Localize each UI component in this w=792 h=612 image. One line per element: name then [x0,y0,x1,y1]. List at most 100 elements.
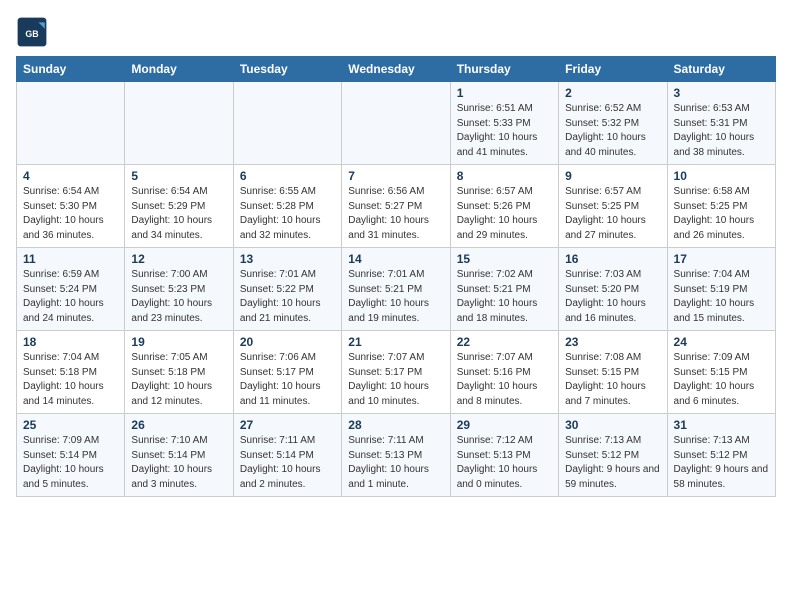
day-number: 10 [674,169,769,183]
calendar-cell [17,82,125,165]
col-header-tuesday: Tuesday [233,57,341,82]
day-info: Sunrise: 6:57 AMSunset: 5:25 PMDaylight:… [565,186,646,241]
day-number: 31 [674,418,769,432]
day-info: Sunrise: 6:54 AMSunset: 5:30 PMDaylight:… [23,186,104,241]
calendar-cell: 2 Sunrise: 6:52 AMSunset: 5:32 PMDayligh… [559,82,667,165]
day-number: 19 [131,335,226,349]
day-number: 18 [23,335,118,349]
calendar-cell: 10 Sunrise: 6:58 AMSunset: 5:25 PMDaylig… [667,165,775,248]
calendar-cell: 9 Sunrise: 6:57 AMSunset: 5:25 PMDayligh… [559,165,667,248]
calendar-cell [233,82,341,165]
calendar-cell: 29 Sunrise: 7:12 AMSunset: 5:13 PMDaylig… [450,414,558,497]
calendar-cell: 20 Sunrise: 7:06 AMSunset: 5:17 PMDaylig… [233,331,341,414]
day-number: 5 [131,169,226,183]
calendar-cell: 24 Sunrise: 7:09 AMSunset: 5:15 PMDaylig… [667,331,775,414]
day-number: 11 [23,252,118,266]
day-number: 2 [565,86,660,100]
calendar-cell: 18 Sunrise: 7:04 AMSunset: 5:18 PMDaylig… [17,331,125,414]
calendar-cell: 8 Sunrise: 6:57 AMSunset: 5:26 PMDayligh… [450,165,558,248]
day-number: 25 [23,418,118,432]
day-info: Sunrise: 7:09 AMSunset: 5:15 PMDaylight:… [674,352,755,407]
day-number: 29 [457,418,552,432]
calendar-cell: 27 Sunrise: 7:11 AMSunset: 5:14 PMDaylig… [233,414,341,497]
calendar-cell [125,82,233,165]
day-info: Sunrise: 7:12 AMSunset: 5:13 PMDaylight:… [457,435,538,490]
col-header-saturday: Saturday [667,57,775,82]
day-info: Sunrise: 7:13 AMSunset: 5:12 PMDaylight:… [565,435,660,490]
calendar-cell: 15 Sunrise: 7:02 AMSunset: 5:21 PMDaylig… [450,248,558,331]
calendar-cell: 31 Sunrise: 7:13 AMSunset: 5:12 PMDaylig… [667,414,775,497]
page-header: GB [16,16,776,48]
day-info: Sunrise: 7:11 AMSunset: 5:13 PMDaylight:… [348,435,429,490]
day-info: Sunrise: 7:05 AMSunset: 5:18 PMDaylight:… [131,352,212,407]
day-number: 8 [457,169,552,183]
day-number: 9 [565,169,660,183]
day-info: Sunrise: 6:56 AMSunset: 5:27 PMDaylight:… [348,186,429,241]
col-header-thursday: Thursday [450,57,558,82]
calendar-cell: 14 Sunrise: 7:01 AMSunset: 5:21 PMDaylig… [342,248,450,331]
calendar-cell: 16 Sunrise: 7:03 AMSunset: 5:20 PMDaylig… [559,248,667,331]
day-info: Sunrise: 6:53 AMSunset: 5:31 PMDaylight:… [674,103,755,158]
calendar-cell: 26 Sunrise: 7:10 AMSunset: 5:14 PMDaylig… [125,414,233,497]
day-info: Sunrise: 7:01 AMSunset: 5:21 PMDaylight:… [348,269,429,324]
day-info: Sunrise: 6:57 AMSunset: 5:26 PMDaylight:… [457,186,538,241]
day-info: Sunrise: 6:55 AMSunset: 5:28 PMDaylight:… [240,186,321,241]
col-header-wednesday: Wednesday [342,57,450,82]
svg-text:GB: GB [25,29,38,39]
calendar-cell: 23 Sunrise: 7:08 AMSunset: 5:15 PMDaylig… [559,331,667,414]
calendar-cell: 28 Sunrise: 7:11 AMSunset: 5:13 PMDaylig… [342,414,450,497]
day-number: 30 [565,418,660,432]
day-number: 15 [457,252,552,266]
calendar-cell: 5 Sunrise: 6:54 AMSunset: 5:29 PMDayligh… [125,165,233,248]
col-header-monday: Monday [125,57,233,82]
day-number: 21 [348,335,443,349]
day-info: Sunrise: 7:04 AMSunset: 5:19 PMDaylight:… [674,269,755,324]
day-number: 13 [240,252,335,266]
day-number: 20 [240,335,335,349]
col-header-friday: Friday [559,57,667,82]
day-number: 28 [348,418,443,432]
day-number: 24 [674,335,769,349]
day-info: Sunrise: 6:58 AMSunset: 5:25 PMDaylight:… [674,186,755,241]
logo-icon: GB [16,16,48,48]
day-number: 1 [457,86,552,100]
calendar-cell: 19 Sunrise: 7:05 AMSunset: 5:18 PMDaylig… [125,331,233,414]
day-number: 16 [565,252,660,266]
calendar-table: SundayMondayTuesdayWednesdayThursdayFrid… [16,56,776,497]
calendar-cell: 17 Sunrise: 7:04 AMSunset: 5:19 PMDaylig… [667,248,775,331]
day-info: Sunrise: 7:07 AMSunset: 5:17 PMDaylight:… [348,352,429,407]
calendar-cell: 3 Sunrise: 6:53 AMSunset: 5:31 PMDayligh… [667,82,775,165]
day-info: Sunrise: 6:59 AMSunset: 5:24 PMDaylight:… [23,269,104,324]
calendar-cell: 1 Sunrise: 6:51 AMSunset: 5:33 PMDayligh… [450,82,558,165]
day-info: Sunrise: 7:06 AMSunset: 5:17 PMDaylight:… [240,352,321,407]
day-info: Sunrise: 7:01 AMSunset: 5:22 PMDaylight:… [240,269,321,324]
calendar-cell: 11 Sunrise: 6:59 AMSunset: 5:24 PMDaylig… [17,248,125,331]
day-number: 12 [131,252,226,266]
day-number: 17 [674,252,769,266]
calendar-cell: 6 Sunrise: 6:55 AMSunset: 5:28 PMDayligh… [233,165,341,248]
day-number: 7 [348,169,443,183]
day-number: 22 [457,335,552,349]
calendar-cell: 25 Sunrise: 7:09 AMSunset: 5:14 PMDaylig… [17,414,125,497]
calendar-cell: 7 Sunrise: 6:56 AMSunset: 5:27 PMDayligh… [342,165,450,248]
calendar-cell: 12 Sunrise: 7:00 AMSunset: 5:23 PMDaylig… [125,248,233,331]
day-info: Sunrise: 7:07 AMSunset: 5:16 PMDaylight:… [457,352,538,407]
day-number: 4 [23,169,118,183]
day-number: 3 [674,86,769,100]
logo: GB [16,16,52,48]
calendar-cell: 4 Sunrise: 6:54 AMSunset: 5:30 PMDayligh… [17,165,125,248]
day-info: Sunrise: 7:03 AMSunset: 5:20 PMDaylight:… [565,269,646,324]
calendar-cell: 13 Sunrise: 7:01 AMSunset: 5:22 PMDaylig… [233,248,341,331]
calendar-cell: 21 Sunrise: 7:07 AMSunset: 5:17 PMDaylig… [342,331,450,414]
day-info: Sunrise: 7:00 AMSunset: 5:23 PMDaylight:… [131,269,212,324]
day-number: 27 [240,418,335,432]
col-header-sunday: Sunday [17,57,125,82]
day-number: 26 [131,418,226,432]
calendar-cell [342,82,450,165]
day-info: Sunrise: 7:04 AMSunset: 5:18 PMDaylight:… [23,352,104,407]
day-info: Sunrise: 7:10 AMSunset: 5:14 PMDaylight:… [131,435,212,490]
day-info: Sunrise: 6:54 AMSunset: 5:29 PMDaylight:… [131,186,212,241]
day-info: Sunrise: 6:52 AMSunset: 5:32 PMDaylight:… [565,103,646,158]
calendar-cell: 22 Sunrise: 7:07 AMSunset: 5:16 PMDaylig… [450,331,558,414]
calendar-cell: 30 Sunrise: 7:13 AMSunset: 5:12 PMDaylig… [559,414,667,497]
